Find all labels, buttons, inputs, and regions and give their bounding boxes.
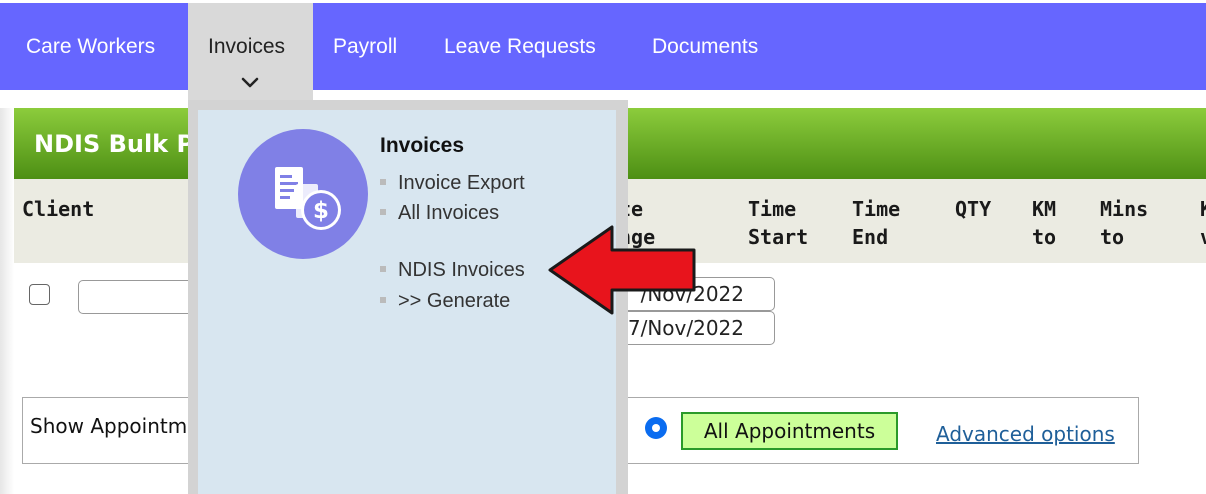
- nav-payroll[interactable]: Payroll: [333, 33, 397, 61]
- nav-documents[interactable]: Documents: [652, 33, 758, 61]
- menu-generate[interactable]: >> Generate: [380, 288, 510, 314]
- col-k-v: K v: [1200, 195, 1206, 251]
- left-shadow-strip: [0, 108, 14, 494]
- bullet: [380, 208, 386, 215]
- svg-text:$: $: [313, 198, 329, 224]
- bullet: [380, 265, 386, 272]
- invoice-dollar-glyph: $: [275, 167, 341, 230]
- menu-ndis-invoices-label: NDIS Invoices: [398, 259, 525, 281]
- show-appointments-label: Show Appointm: [30, 414, 188, 438]
- nav-care-workers[interactable]: Care Workers: [26, 33, 155, 61]
- row-checkbox[interactable]: [29, 284, 50, 305]
- menu-ndis-invoices[interactable]: NDIS Invoices: [380, 257, 525, 283]
- advanced-options-link[interactable]: Advanced options: [936, 420, 1115, 448]
- menu-all-invoices[interactable]: All Invoices: [380, 200, 499, 226]
- nav-invoices-label: Invoices: [208, 35, 286, 58]
- date-end-value: 7/Nov/2022: [627, 316, 744, 340]
- col-client: Client: [22, 197, 95, 221]
- chevron-down-icon: [241, 77, 259, 88]
- invoice-dollar-icon: $: [238, 129, 368, 259]
- menu-invoice-export-label: Invoice Export: [398, 172, 525, 194]
- col-mins-to: Mins to: [1100, 197, 1149, 249]
- all-appointments-radio[interactable]: [646, 418, 666, 438]
- dropdown-title: Invoices: [380, 134, 465, 157]
- page-title: NDIS Bulk Pa: [34, 130, 210, 158]
- col-time-start: Time Start: [748, 197, 809, 249]
- bullet: [380, 296, 386, 303]
- menu-generate-label: >> Generate: [398, 290, 511, 312]
- nav-leave-requests[interactable]: Leave Requests: [444, 33, 596, 61]
- col-qty: QTY: [955, 197, 992, 221]
- col-time-end: Time End: [852, 197, 901, 249]
- nav-invoices[interactable]: Invoices: [188, 3, 313, 103]
- col-km-to: KM to: [1032, 197, 1057, 249]
- all-appointments-button[interactable]: All Appointments: [681, 412, 898, 450]
- bullet: [380, 178, 386, 185]
- menu-all-invoices-label: All Invoices: [398, 202, 500, 224]
- top-navigation-bar: Care Workers Payroll Leave Requests Docu…: [0, 3, 1206, 90]
- menu-invoice-export[interactable]: Invoice Export: [380, 170, 525, 196]
- red-arrow-icon: [548, 225, 696, 315]
